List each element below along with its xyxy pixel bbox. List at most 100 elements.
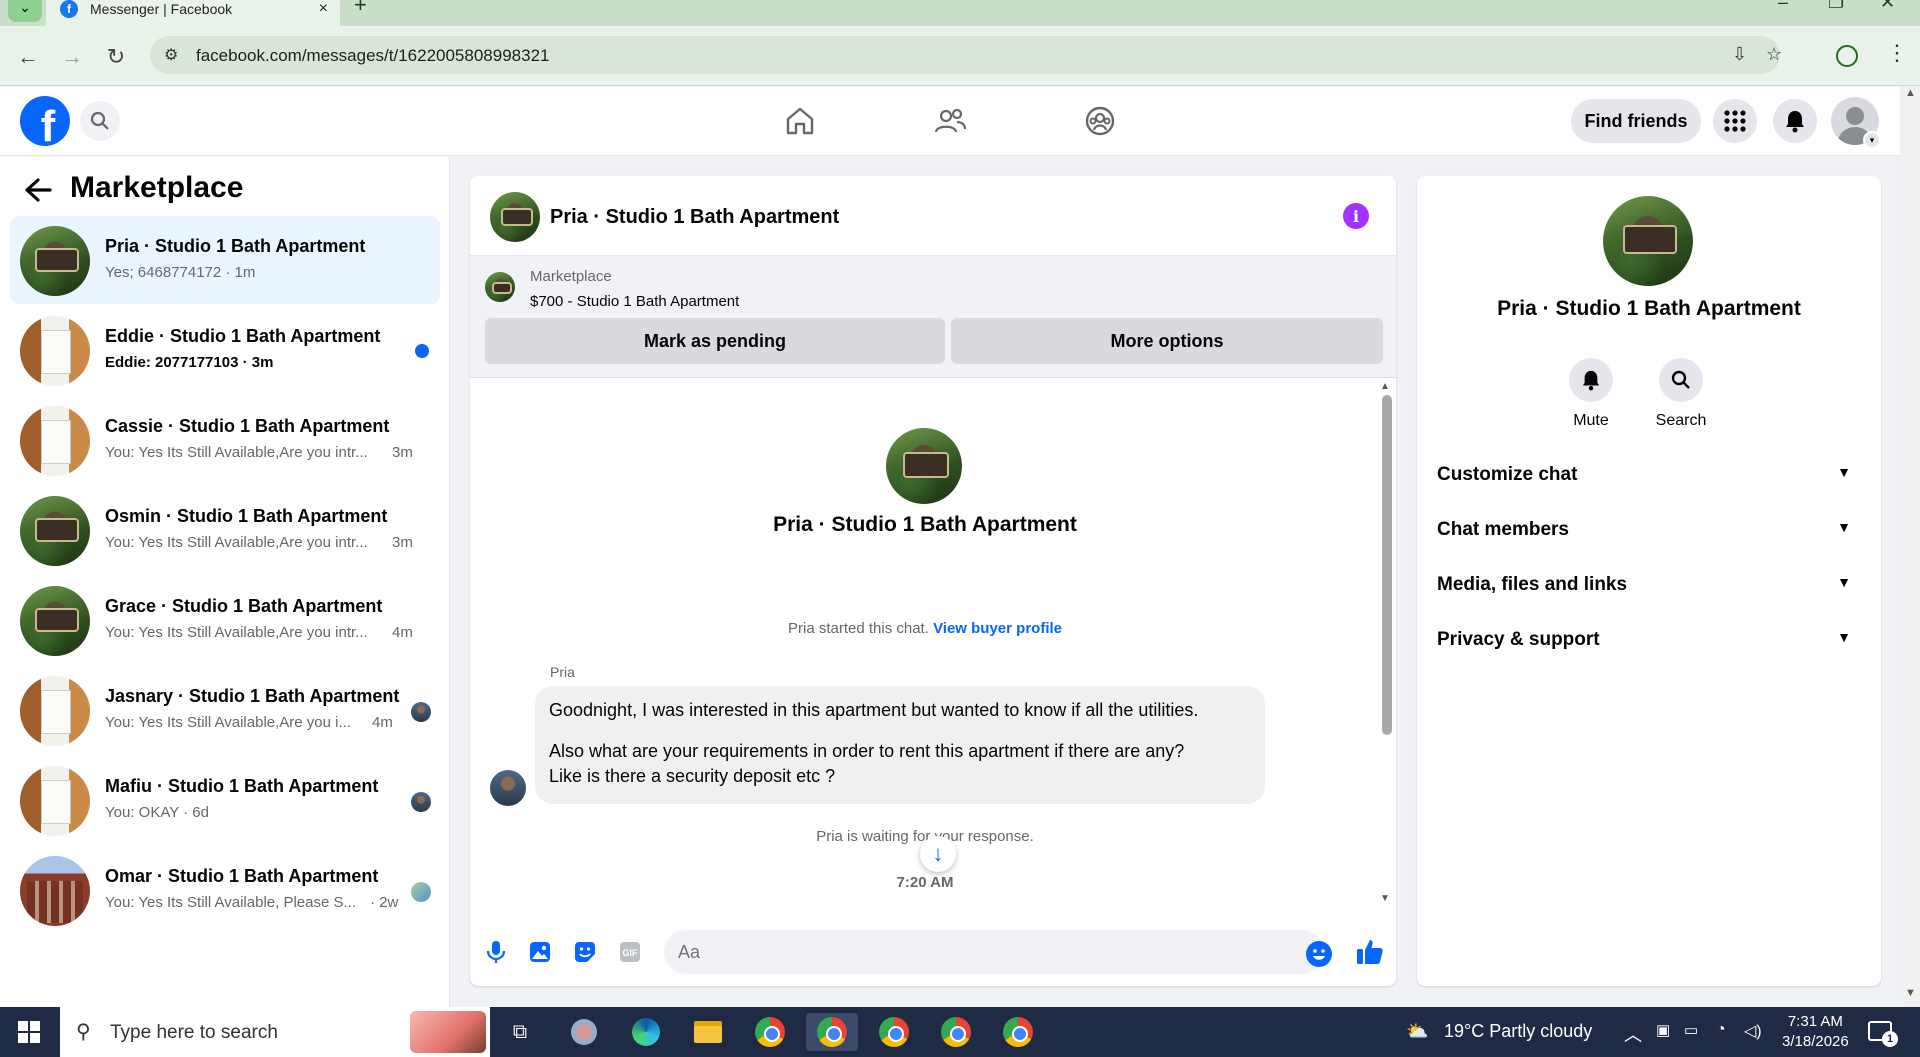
volume-icon[interactable]: ◁) — [1744, 1021, 1762, 1041]
conversation-item[interactable]: Eddie · Studio 1 Bath Apartment Eddie: 2… — [10, 306, 440, 394]
bell-icon[interactable] — [1569, 358, 1613, 402]
reload-icon[interactable]: ↻ — [102, 44, 130, 70]
sender-avatar[interactable] — [490, 770, 526, 806]
chrome-icon[interactable] — [868, 1013, 920, 1051]
scroll-up-icon[interactable]: ▲ — [1905, 87, 1916, 99]
weather-icon[interactable]: ⛅ — [1406, 1021, 1428, 1042]
profile-avatar[interactable] — [1603, 196, 1693, 286]
bookmark-star-icon[interactable]: ☆ — [1766, 44, 1782, 65]
browser-profile-icon[interactable] — [1836, 45, 1858, 67]
info-icon[interactable]: i — [1343, 203, 1369, 229]
view-buyer-profile-link[interactable]: View buyer profile — [933, 620, 1062, 637]
emoji-icon[interactable] — [1306, 941, 1332, 967]
facebook-logo[interactable]: f — [20, 96, 70, 146]
chrome-icon[interactable] — [992, 1013, 1044, 1051]
restore-icon[interactable]: ❐ — [1828, 0, 1844, 13]
chrome-icon[interactable] — [744, 1013, 796, 1051]
chat-members-section[interactable]: Chat members ▼ — [1437, 507, 1861, 551]
friends-icon[interactable] — [930, 101, 970, 141]
conversation-item[interactable]: Cassie · Studio 1 Bath Apartment You: Ye… — [10, 396, 440, 484]
notification-center-icon[interactable]: 1 — [1868, 1021, 1898, 1047]
home-icon[interactable] — [780, 101, 820, 141]
tab-close-icon[interactable]: × — [319, 0, 328, 18]
profile-name: Pria · Studio 1 Bath Apartment — [773, 513, 1077, 536]
gif-icon[interactable]: GIF — [616, 938, 644, 966]
address-bar[interactable]: ⚙ facebook.com/messages/t/16220058089983… — [150, 36, 1782, 74]
url-text[interactable]: facebook.com/messages/t/1622005808998321 — [196, 46, 549, 66]
listing-title[interactable]: $700 - Studio 1 Bath Apartment — [530, 293, 739, 310]
account-chevron-down-icon[interactable]: ▾ — [1863, 131, 1881, 149]
thumbs-up-icon[interactable] — [1355, 937, 1385, 972]
chat-title[interactable]: Pria · Studio 1 Bath Apartment — [550, 206, 839, 229]
chevron-up-icon[interactable]: ︿ — [1624, 1021, 1642, 1047]
media-files-links-section[interactable]: Media, files and links ▼ — [1437, 562, 1861, 606]
scroll-down-icon[interactable]: ▼ — [1380, 893, 1390, 904]
windows-start-icon[interactable] — [18, 1021, 40, 1043]
page-scrollbar[interactable]: ▲ ▼ — [1900, 87, 1920, 1007]
meet-now-icon[interactable]: ▣ — [1656, 1021, 1670, 1039]
conversation-item[interactable]: Grace · Studio 1 Bath Apartment You: Yes… — [10, 576, 440, 664]
file-explorer-icon[interactable] — [682, 1013, 734, 1051]
search-highlight-image[interactable] — [410, 1011, 486, 1053]
profile-avatar[interactable] — [886, 428, 962, 504]
conversation-preview: Yes; 6468774172 · 1m — [105, 264, 256, 281]
thread-scrollbar[interactable]: ▲ ▼ — [1380, 381, 1392, 904]
search-icon[interactable] — [80, 101, 120, 141]
sticker-icon[interactable] — [571, 938, 599, 966]
menu-grid-icon[interactable] — [1713, 99, 1757, 143]
customize-chat-section[interactable]: Customize chat ▼ — [1437, 452, 1861, 496]
browser-tab[interactable]: f Messenger | Facebook × — [46, 0, 340, 26]
task-view-icon[interactable]: ⧉ — [494, 1013, 546, 1051]
search-icon: ⚲ — [76, 1021, 91, 1043]
conversation-item[interactable]: Mafiu · Studio 1 Bath Apartment You: OKA… — [10, 756, 440, 844]
message-input[interactable] — [664, 930, 1324, 974]
conversation-preview: You: Yes Its Still Available,Are you i..… — [105, 714, 351, 731]
search-conversation-button[interactable]: Search — [1641, 358, 1721, 430]
search-icon[interactable] — [1659, 358, 1703, 402]
seen-avatar — [411, 792, 431, 812]
microphone-icon[interactable] — [482, 938, 510, 966]
mute-label: Mute — [1573, 412, 1609, 429]
chrome-icon[interactable] — [930, 1013, 982, 1051]
back-icon[interactable]: ← — [14, 44, 42, 70]
conversation-item[interactable]: Pria · Studio 1 Bath Apartment Yes; 6468… — [10, 216, 440, 304]
new-tab-button[interactable]: + — [354, 0, 367, 18]
conversation-preview: You: Yes Its Still Available, Please S..… — [105, 894, 357, 911]
scroll-down-icon[interactable]: ▼ — [1905, 987, 1916, 999]
scrollbar-thumb[interactable] — [1382, 395, 1392, 735]
conversation-item[interactable]: Osmin · Studio 1 Bath Apartment You: Yes… — [10, 486, 440, 574]
photo-icon[interactable] — [526, 938, 554, 966]
privacy-support-section[interactable]: Privacy & support ▼ — [1437, 617, 1861, 661]
notifications-bell-icon[interactable] — [1773, 99, 1817, 143]
groups-icon[interactable] — [1080, 101, 1120, 141]
taskbar-search-placeholder: Type here to search — [110, 1022, 278, 1043]
mark-as-pending-button[interactable]: Mark as pending — [485, 318, 945, 364]
install-app-icon[interactable]: ⇩ — [1732, 44, 1747, 65]
app-icon[interactable] — [558, 1013, 610, 1051]
site-info-icon[interactable]: ⚙ — [164, 45, 178, 65]
section-label: Media, files and links — [1437, 574, 1628, 595]
taskbar-clock[interactable]: 7:31 AM 3/18/2026 — [1782, 1012, 1849, 1052]
scroll-up-icon[interactable]: ▲ — [1380, 381, 1390, 392]
find-friends-button[interactable]: Find friends — [1571, 99, 1701, 143]
browser-menu-icon[interactable]: ⋮ — [1886, 40, 1908, 66]
battery-icon[interactable]: ▭ — [1684, 1021, 1698, 1039]
wifi-icon[interactable]: ◔ — [1716, 1021, 1726, 1039]
mute-button[interactable]: Mute — [1551, 358, 1631, 430]
weather-text[interactable]: 19°C Partly cloudy — [1444, 1021, 1592, 1042]
conversation-item[interactable]: Omar · Studio 1 Bath Apartment You: Yes … — [10, 846, 440, 934]
tab-search-button[interactable]: ⌄ — [8, 0, 42, 22]
window-close-icon[interactable]: ✕ — [1880, 0, 1895, 13]
forward-icon[interactable]: → — [58, 44, 86, 70]
message-bubble[interactable]: Goodnight, I was interested in this apar… — [535, 686, 1265, 804]
chat-avatar[interactable] — [490, 192, 540, 242]
more-options-button[interactable]: More options — [951, 318, 1383, 364]
scroll-to-bottom-arrow-icon[interactable]: ↓ — [920, 836, 956, 872]
minimize-icon[interactable]: – — [1778, 0, 1788, 13]
back-arrow-icon[interactable] — [24, 177, 52, 211]
notification-count: 1 — [1882, 1031, 1898, 1047]
conversation-item[interactable]: Jasnary · Studio 1 Bath Apartment You: Y… — [10, 666, 440, 754]
taskbar-search-box[interactable]: ⚲ Type here to search — [60, 1007, 490, 1057]
edge-icon[interactable] — [620, 1013, 672, 1051]
chrome-icon[interactable] — [806, 1013, 858, 1051]
